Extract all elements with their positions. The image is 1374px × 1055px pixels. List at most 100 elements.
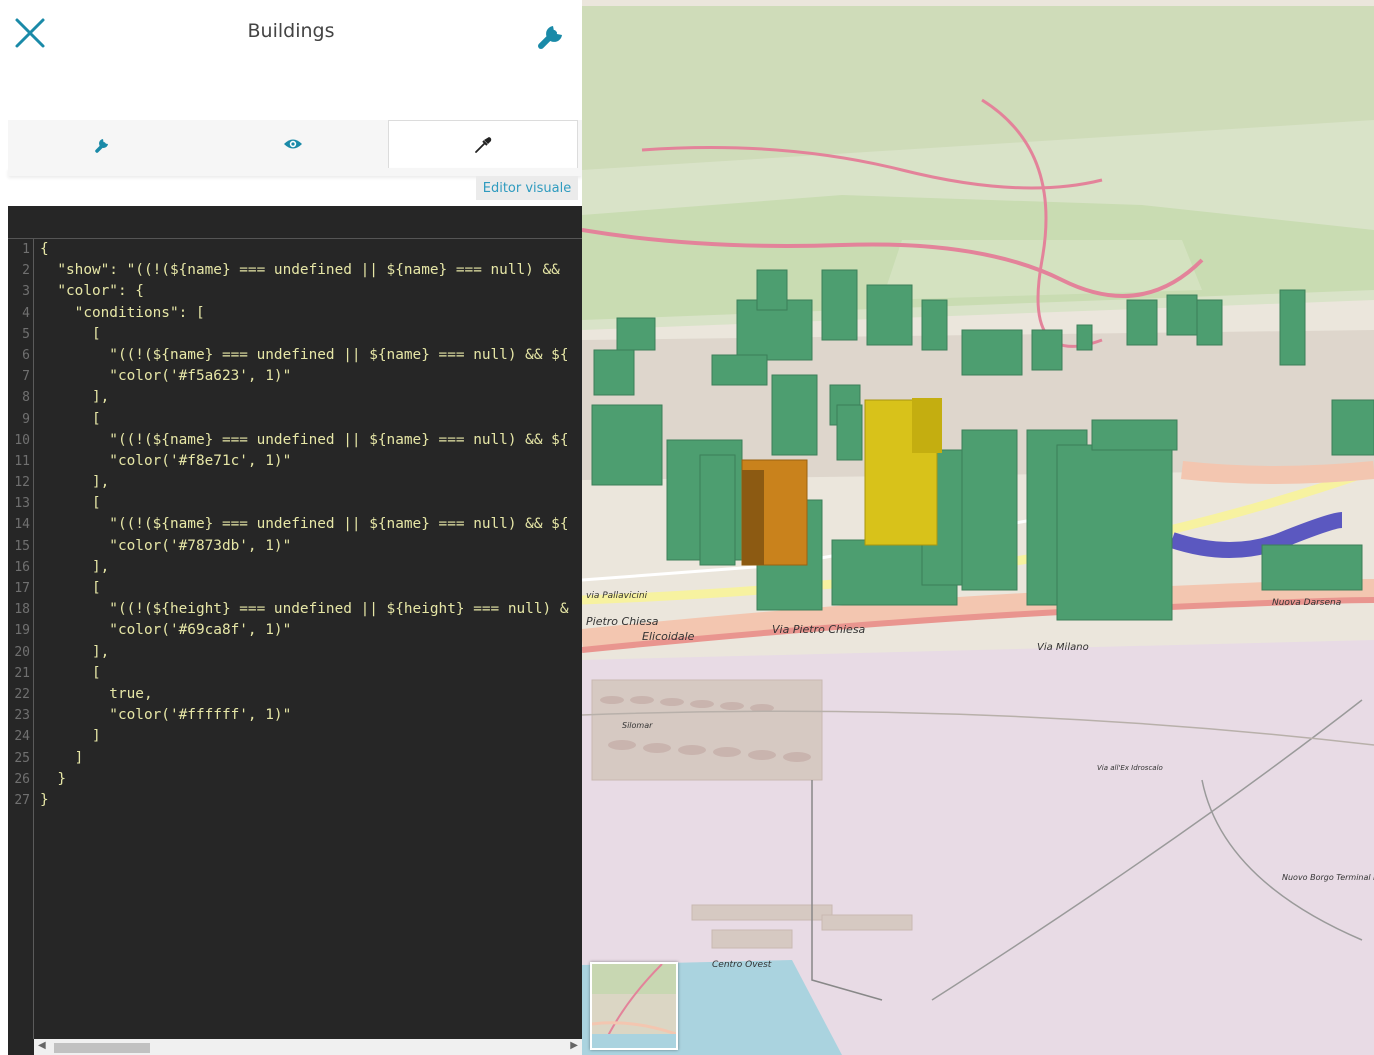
code-text[interactable]: "((!(${name} === undefined || ${name} ==…	[40, 514, 568, 535]
line-number: 10	[14, 432, 30, 448]
code-text[interactable]: [	[40, 663, 101, 684]
style-editor-panel: Buildings Editor visuale 1 {2 "show": "…	[0, 0, 582, 1055]
code-text[interactable]: {	[40, 239, 49, 260]
code-line[interactable]: 27}	[8, 790, 582, 811]
code-text[interactable]: ]	[40, 748, 84, 769]
code-text[interactable]: ]	[40, 726, 101, 747]
code-text[interactable]: "color('#ffffff', 1)"	[40, 705, 291, 726]
line-number: 19	[14, 623, 30, 639]
code-line[interactable]: 7 "color('#f5a623', 1)"	[8, 366, 582, 387]
code-text[interactable]: ],	[40, 472, 109, 493]
code-text[interactable]: "color('#f5a623', 1)"	[40, 366, 291, 387]
eye-icon	[284, 139, 302, 149]
line-number: 26	[14, 771, 30, 787]
code-text[interactable]: "conditions": [	[40, 303, 205, 324]
map-3d-view[interactable]: Pietro Chiesa Via Pietro Chiesa Elicoida…	[582, 0, 1374, 1055]
wrench-icon	[95, 139, 108, 153]
eyedropper-icon	[475, 137, 492, 153]
panel-header: Buildings	[0, 0, 582, 70]
code-line[interactable]: 26 }	[8, 769, 582, 790]
code-line[interactable]: 5 [	[8, 324, 582, 345]
tab-underline	[8, 168, 582, 176]
code-text[interactable]: "((!(${height} === undefined || ${height…	[40, 599, 568, 620]
code-line[interactable]: 22 true,	[8, 684, 582, 705]
code-line[interactable]: 17 [	[8, 578, 582, 599]
visual-editor-button[interactable]: Editor visuale	[476, 176, 578, 200]
line-number: 15	[14, 538, 30, 554]
code-line[interactable]: 25 ]	[8, 748, 582, 769]
line-number: 11	[14, 453, 30, 469]
line-number: 12	[14, 475, 30, 491]
tab-display[interactable]	[198, 120, 388, 168]
code-line[interactable]: 4 "conditions": [	[8, 303, 582, 324]
tab-style[interactable]	[388, 120, 578, 169]
code-line[interactable]: 1{	[8, 239, 582, 260]
code-line[interactable]: 10 "((!(${name} === undefined || ${name}…	[8, 430, 582, 451]
map-label-silomar: Silomar	[622, 721, 653, 730]
code-text[interactable]: "((!(${name} === undefined || ${name} ==…	[40, 430, 568, 451]
code-text[interactable]: "color": {	[40, 281, 144, 302]
line-number: 16	[14, 559, 30, 575]
minimap[interactable]	[590, 962, 678, 1050]
scroll-left-icon[interactable]: ◀	[38, 1040, 46, 1051]
line-number: 13	[14, 496, 30, 512]
code-line[interactable]: 23 "color('#ffffff', 1)"	[8, 705, 582, 726]
code-line[interactable]: 13 [	[8, 493, 582, 514]
code-text[interactable]: "((!(${name} === undefined || ${name} ==…	[40, 345, 568, 366]
code-line[interactable]: 3 "color": {	[8, 281, 582, 302]
code-text[interactable]: [	[40, 578, 101, 599]
code-text[interactable]: "color('#69ca8f', 1)"	[40, 620, 291, 641]
building-yellow[interactable]	[864, 398, 942, 546]
code-line[interactable]: 18 "((!(${height} === undefined || ${hei…	[8, 599, 582, 620]
code-line[interactable]: 2 "show": "((!(${name} === undefined || …	[8, 260, 582, 281]
panel-title: Buildings	[247, 20, 335, 42]
line-number: 4	[22, 305, 30, 321]
code-text[interactable]: "color('#f8e71c', 1)"	[40, 451, 291, 472]
code-line[interactable]: 15 "color('#7873db', 1)"	[8, 536, 582, 557]
scrollbar-thumb[interactable]	[54, 1043, 150, 1053]
code-line[interactable]: 20 ],	[8, 642, 582, 663]
code-text[interactable]: true,	[40, 684, 152, 705]
code-line[interactable]: 21 [	[8, 663, 582, 684]
code-line[interactable]: 9 [	[8, 409, 582, 430]
map-canvas[interactable]: Pietro Chiesa Via Pietro Chiesa Elicoida…	[582, 0, 1374, 1055]
code-text[interactable]: ],	[40, 642, 109, 663]
line-number: 2	[22, 263, 30, 279]
code-text[interactable]: [	[40, 324, 101, 345]
code-line[interactable]: 6 "((!(${name} === undefined || ${name} …	[8, 345, 582, 366]
line-number: 5	[22, 326, 30, 342]
tab-general[interactable]	[8, 120, 198, 168]
code-area[interactable]: 1{2 "show": "((!(${name} === undefined |…	[8, 239, 582, 811]
code-text[interactable]: ],	[40, 387, 109, 408]
code-line[interactable]: 14 "((!(${name} === undefined || ${name}…	[8, 514, 582, 535]
code-text[interactable]: "show": "((!(${name} === undefined || ${…	[40, 260, 569, 281]
code-line[interactable]: 16 ],	[8, 557, 582, 578]
line-number: 6	[22, 347, 30, 363]
code-line[interactable]: 8 ],	[8, 387, 582, 408]
code-editor[interactable]: 1{2 "show": "((!(${name} === undefined |…	[8, 206, 582, 1055]
code-line[interactable]: 12 ],	[8, 472, 582, 493]
code-text[interactable]: }	[40, 790, 49, 811]
code-text[interactable]: [	[40, 493, 101, 514]
code-line[interactable]: 19 "color('#69ca8f', 1)"	[8, 620, 582, 641]
code-text[interactable]: "color('#7873db', 1)"	[40, 536, 291, 557]
code-line[interactable]: 24 ]	[8, 726, 582, 747]
code-text[interactable]: [	[40, 409, 101, 430]
map-label-nuovo-borgo: Nuovo Borgo Terminal Porto	[1282, 873, 1374, 882]
horizontal-scrollbar[interactable]: ◀ ▶	[34, 1039, 582, 1055]
line-number: 21	[14, 665, 30, 681]
map-label-pietro-chiesa: Pietro Chiesa	[586, 615, 659, 628]
settings-button[interactable]	[532, 14, 572, 54]
line-number: 23	[14, 708, 30, 724]
map-label-idroscalo: Via all'Ex Idroscalo	[1097, 764, 1163, 772]
line-number: 7	[22, 369, 30, 385]
code-text[interactable]: }	[40, 769, 66, 790]
line-number: 18	[14, 602, 30, 618]
building-orange[interactable]	[741, 459, 808, 566]
map-label-via-milano: Via Milano	[1037, 642, 1089, 653]
code-text[interactable]: ],	[40, 557, 109, 578]
line-number: 14	[14, 517, 30, 533]
scroll-right-icon[interactable]: ▶	[570, 1040, 578, 1051]
code-line[interactable]: 11 "color('#f8e71c', 1)"	[8, 451, 582, 472]
line-number: 17	[14, 581, 30, 596]
